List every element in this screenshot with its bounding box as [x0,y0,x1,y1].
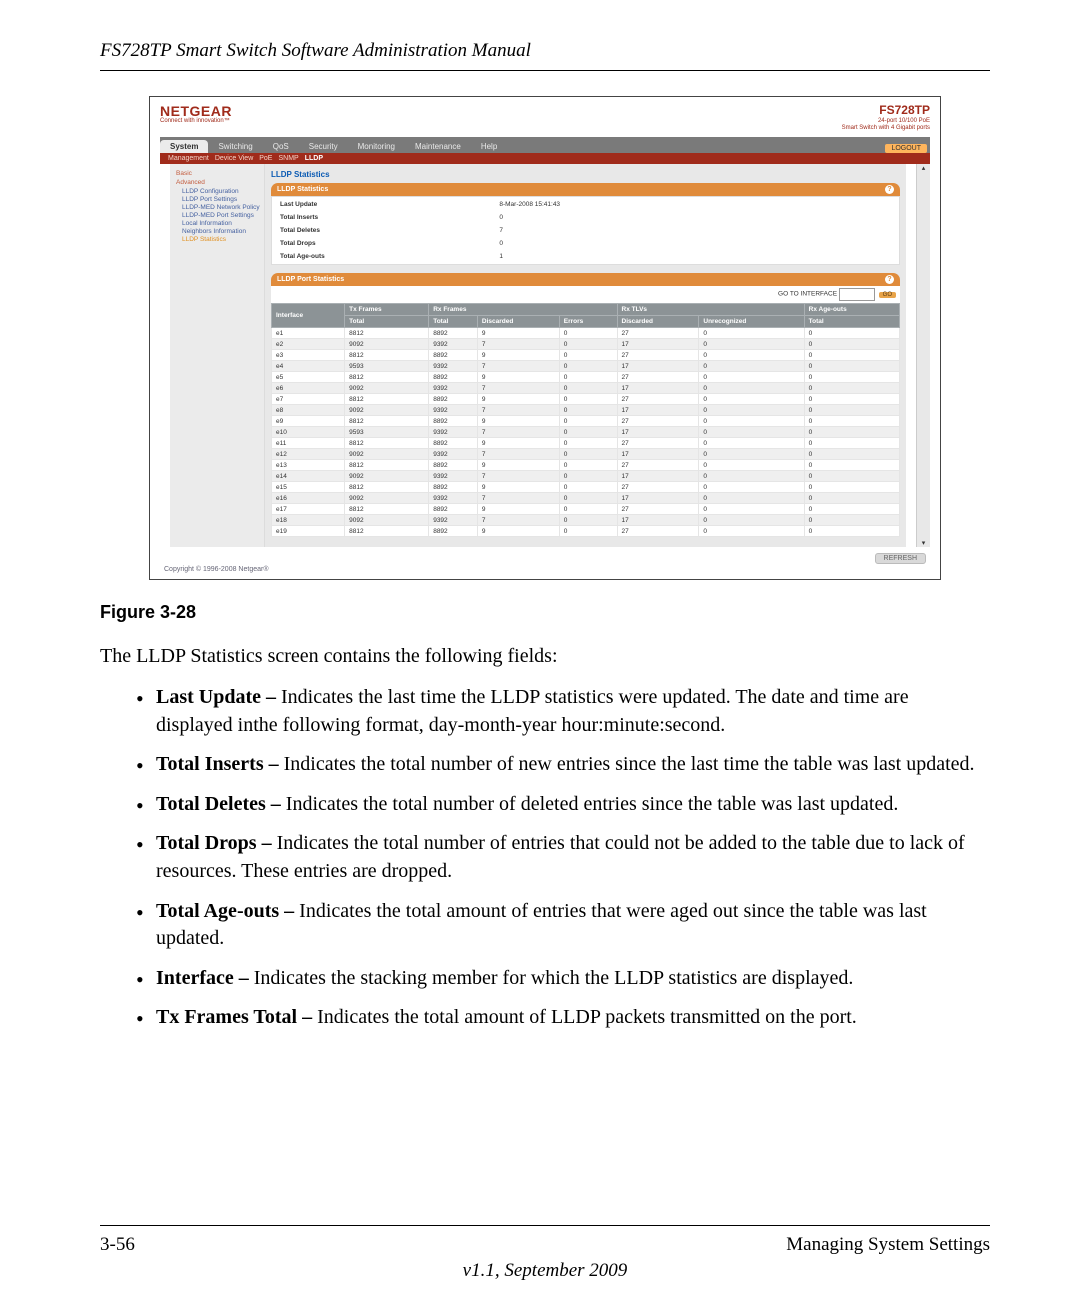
table-row: e1690929392701700 [272,493,900,504]
sidebar-item[interactable]: Neighbors Information [182,228,262,235]
tab-monitoring[interactable]: Monitoring [348,140,405,153]
sub-tabs: Management Device View PoE SNMP LLDP [160,153,930,164]
list-item: Total Drops – Indicates the total number… [138,830,990,885]
sidebar-basic[interactable]: Basic [176,170,262,177]
list-item: Tx Frames Total – Indicates the total am… [138,1004,990,1032]
tab-system[interactable]: System [160,140,208,153]
refresh-button[interactable]: REFRESH [875,553,926,564]
tab-switching[interactable]: Switching [208,140,262,153]
model-info: FS728TP 24-port 10/100 PoE Smart Switch … [842,103,930,131]
go-to-interface-input[interactable] [839,288,875,301]
table-row: e1490929392701700 [272,471,900,482]
scroll-down-icon[interactable]: ▾ [922,539,926,547]
page-number: 3-56 [100,1234,135,1256]
list-item: Total Age-outs – Indicates the total amo… [138,898,990,953]
doc-title: FS728TP Smart Switch Software Administra… [100,40,990,71]
version: v1.1, September 2009 [100,1260,990,1282]
help-icon[interactable]: ? [885,275,894,284]
sidebar-item[interactable]: LLDP-MED Port Settings [182,212,262,219]
sidebar-item[interactable]: LLDP Port Settings [182,196,262,203]
table-row: e890929392701700 [272,405,900,416]
table-row: e188128892902700 [272,328,900,339]
sidebar-advanced[interactable]: Advanced [176,179,262,186]
tab-security[interactable]: Security [299,140,348,153]
scrollbar[interactable]: ▴ ▾ [916,164,930,547]
table-row: e290929392701700 [272,339,900,350]
table-row: e1788128892902700 [272,504,900,515]
table-row: e1588128892902700 [272,482,900,493]
go-button[interactable]: GO [879,292,896,298]
port-stats-table: Interface Tx Frames Rx Frames Rx TLVs Rx… [271,303,900,537]
intro-text: The LLDP Statistics screen contains the … [100,643,990,670]
port-panel-header: LLDP Port Statistics? [271,273,900,286]
subtab-snmp[interactable]: SNMP [278,155,298,162]
go-to-interface-row: GO TO INTERFACE GO [271,286,900,303]
section-name: Managing System Settings [786,1234,990,1256]
subtab-management[interactable]: Management [168,155,209,162]
table-row: e690929392701700 [272,383,900,394]
table-row: e1890929392701700 [272,515,900,526]
subtab-deviceview[interactable]: Device View [215,155,253,162]
field-list: Last Update – Indicates the last time th… [138,684,990,1032]
help-icon[interactable]: ? [885,185,894,194]
table-row: e1290929392701700 [272,449,900,460]
table-row: e1095939392701700 [272,427,900,438]
sidebar-item[interactable]: LLDP Configuration [182,188,262,195]
table-row: e1188128892902700 [272,438,900,449]
copyright: Copyright © 1996-2008 Netgear® [150,564,940,579]
scroll-up-icon[interactable]: ▴ [922,164,926,172]
panel-title: LLDP Statistics [271,170,900,179]
sidebar-item-current[interactable]: LLDP Statistics [182,236,262,243]
sidebar-item[interactable]: LLDP-MED Network Policy [182,204,262,211]
list-item: Total Deletes – Indicates the total numb… [138,791,990,819]
subtab-lldp[interactable]: LLDP [305,155,323,162]
stats-summary-table: Last Update8-Mar-2008 15:41:43 Total Ins… [271,196,900,265]
tab-maintenance[interactable]: Maintenance [405,140,471,153]
list-item: Total Inserts – Indicates the total numb… [138,751,990,779]
sidebar: Basic Advanced LLDP Configuration LLDP P… [170,164,265,547]
table-row: e1388128892902700 [272,460,900,471]
table-row: e588128892902700 [272,372,900,383]
main-tabs: System Switching QoS Security Monitoring… [160,137,930,153]
table-row: e388128892902700 [272,350,900,361]
table-row: e988128892902700 [272,416,900,427]
table-row: e1988128892902700 [272,526,900,537]
table-row: e788128892902700 [272,394,900,405]
figure-screenshot: NETGEAR Connect with innovation™ FS728TP… [149,96,941,580]
sidebar-item[interactable]: Local Information [182,220,262,227]
table-row: e495939392701700 [272,361,900,372]
brand-tagline: Connect with innovation™ [160,118,232,124]
subtab-poe[interactable]: PoE [259,155,272,162]
tab-help[interactable]: Help [471,140,507,153]
page-footer: 3-56 Managing System Settings v1.1, Sept… [100,1225,990,1256]
figure-caption: Figure 3-28 [100,602,990,623]
logout-button[interactable]: LOGOUT [885,144,927,153]
list-item: Interface – Indicates the stacking membe… [138,965,990,993]
stats-panel-header: LLDP Statistics? [271,183,900,196]
brand-logo: NETGEAR [160,103,232,119]
list-item: Last Update – Indicates the last time th… [138,684,990,739]
tab-qos[interactable]: QoS [263,140,299,153]
